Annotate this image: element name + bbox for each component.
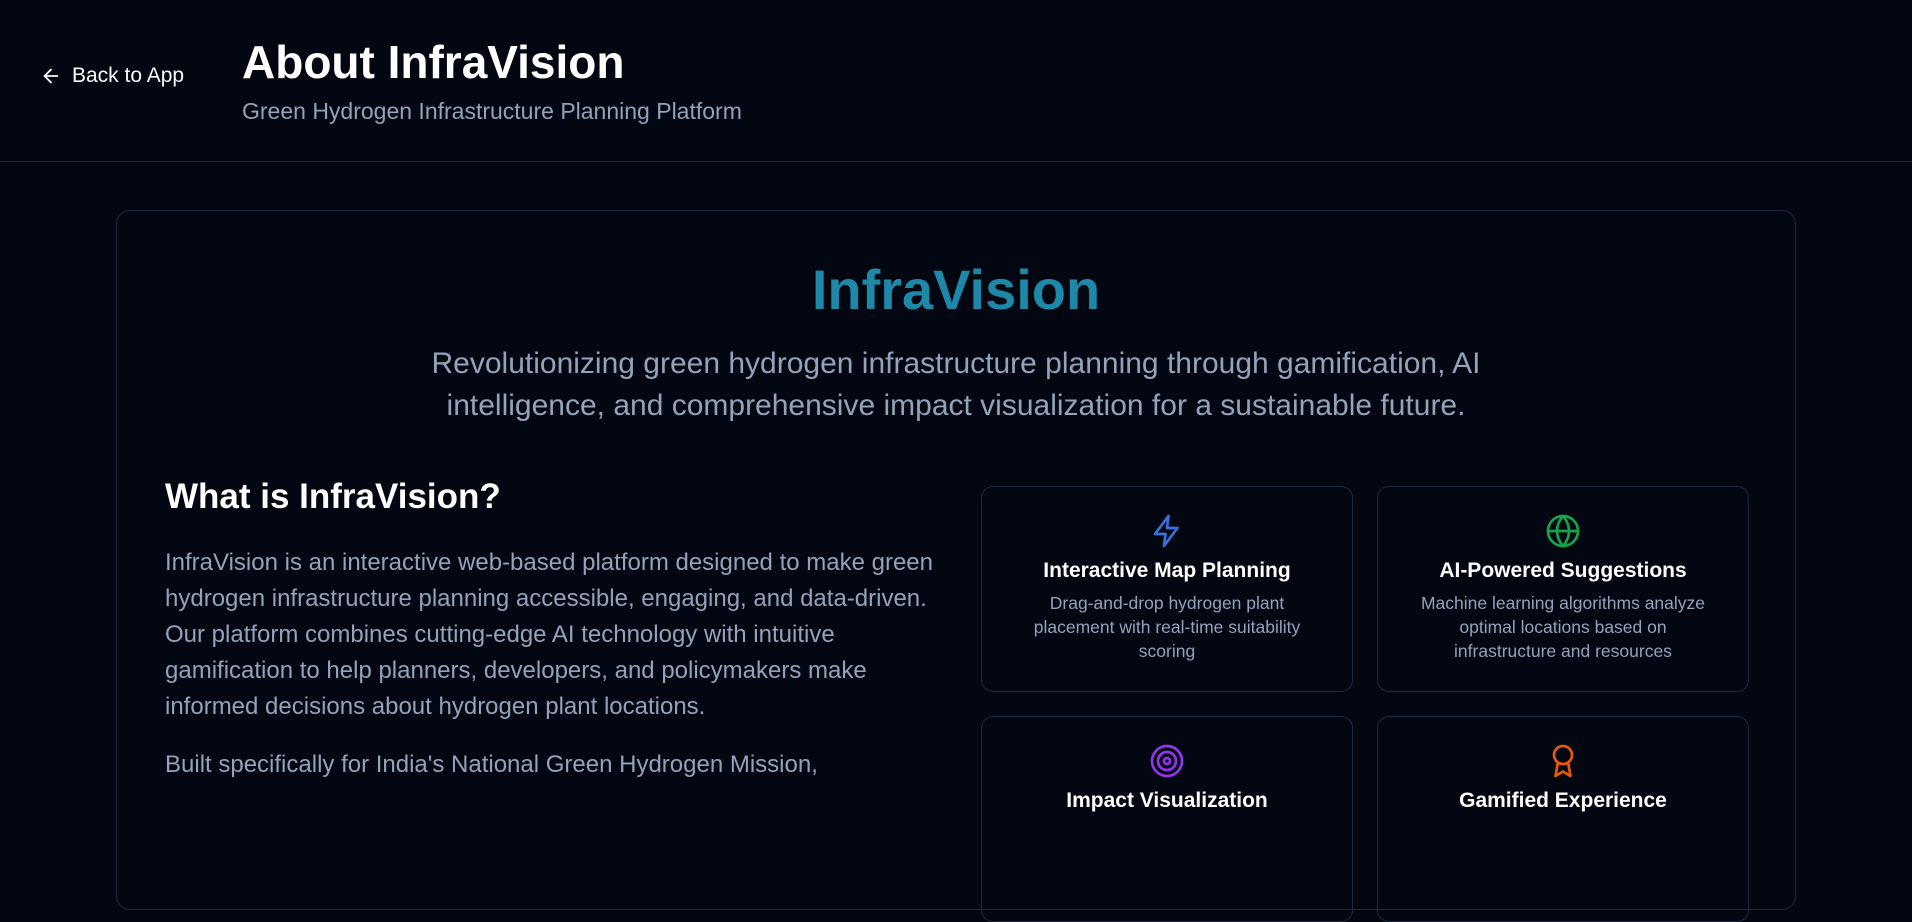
feature-title: Interactive Map Planning xyxy=(1043,559,1291,582)
feature-title: Gamified Experience xyxy=(1459,789,1667,812)
header-text: About InfraVision Green Hydrogen Infrast… xyxy=(242,34,742,125)
back-to-app-label: Back to App xyxy=(72,64,185,87)
section-title: What is InfraVision? xyxy=(165,477,501,516)
hero-title: InfraVision xyxy=(811,258,1101,321)
feature-card-ai-suggestions: AI-Powered Suggestions Machine learning … xyxy=(1377,486,1749,692)
page-header: Back to App About InfraVision Green Hydr… xyxy=(0,0,1912,162)
about-paragraph: Built specifically for India's National … xyxy=(165,751,818,778)
feature-description: Drag-and-drop hydrogen plant placement w… xyxy=(1033,593,1301,661)
about-card: InfraVision Revolutionizing green hydrog… xyxy=(116,210,1796,922)
about-section: What is InfraVision? InfraVision is an i… xyxy=(165,477,935,783)
feature-title: Impact Visualization xyxy=(1066,789,1268,812)
feature-title: AI-Powered Suggestions xyxy=(1439,559,1687,582)
page-title: About InfraVision xyxy=(242,36,625,88)
page-subtitle: Green Hydrogen Infrastructure Planning P… xyxy=(242,98,742,124)
arrow-left-icon xyxy=(43,68,59,84)
hero-description: Revolutionizing green hydrogen infrastru… xyxy=(431,347,1481,422)
feature-card-map-planning: Interactive Map Planning Drag-and-drop h… xyxy=(981,486,1353,692)
back-to-app-button[interactable]: Back to App xyxy=(40,64,184,88)
about-paragraph: InfraVision is an interactive web-based … xyxy=(165,549,933,720)
zap-icon xyxy=(1153,514,1179,548)
feature-description: Machine learning algorithms analyze opti… xyxy=(1420,593,1706,661)
feature-card-impact-visualization: Impact Visualization xyxy=(981,716,1353,922)
feature-card-gamified-experience: Gamified Experience xyxy=(1377,716,1749,922)
award-icon xyxy=(1552,744,1574,778)
globe-icon xyxy=(1546,514,1580,548)
target-icon xyxy=(1150,744,1184,778)
